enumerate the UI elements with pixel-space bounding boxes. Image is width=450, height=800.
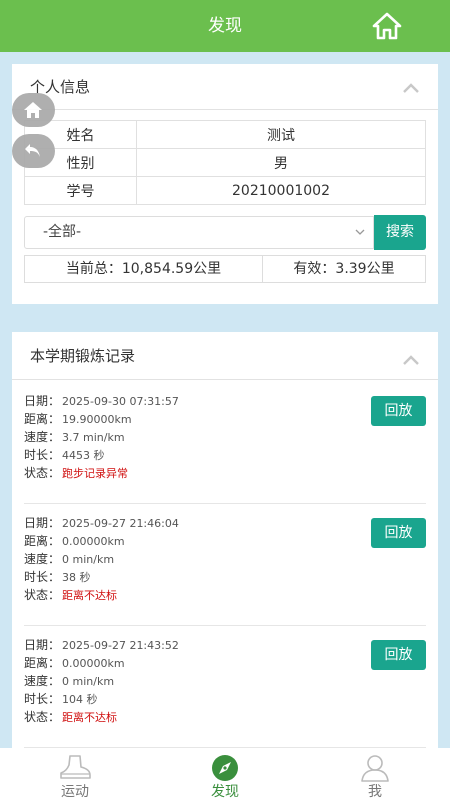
home-icon[interactable] <box>372 12 402 40</box>
person-icon <box>361 755 389 782</box>
shoe-icon <box>60 755 91 779</box>
home-icon <box>24 102 42 118</box>
student-id-label: 学号 <box>24 176 137 205</box>
table-row: 学号 20210001002 <box>24 176 426 205</box>
record-date: 日期： 2025-09-27 21:43:52 <box>24 638 179 652</box>
top-bar: 发现 <box>0 0 450 52</box>
records-title: 本学期锻炼记录 <box>30 347 136 365</box>
records-header[interactable]: 本学期锻炼记录 <box>12 332 438 380</box>
valid-mileage: 有效：3.39公里 <box>293 261 395 277</box>
table-row: 性别 男 <box>24 148 426 177</box>
search-button[interactable]: 搜索 <box>374 215 426 250</box>
personal-info-card: 个人信息 姓名 测试 性别 男 学号 20210001002 -全部- 搜索 当… <box>12 64 438 304</box>
tab-discover-label: 发现 <box>211 784 239 800</box>
floating-back-button[interactable] <box>12 134 55 168</box>
record-duration: 时长： 38 秒 <box>24 570 91 584</box>
chevron-up-icon[interactable] <box>402 354 420 366</box>
filter-select[interactable]: -全部- <box>24 216 374 249</box>
tab-me-label: 我 <box>368 784 382 800</box>
chevron-down-icon <box>355 229 365 235</box>
replay-button[interactable]: 回放 <box>371 640 426 670</box>
bottom-tab-bar: 运动 发现 我 <box>0 748 450 800</box>
compass-icon <box>212 755 238 781</box>
name-value: 测试 <box>136 120 426 149</box>
record-speed: 速度： 0 min/km <box>24 674 115 688</box>
record-speed: 速度： 3.7 min/km <box>24 430 125 444</box>
tab-sport-label: 运动 <box>61 784 89 800</box>
record-distance: 距离： 0.00000km <box>24 656 125 670</box>
records-card: 本学期锻炼记录 日期： 2025-09-30 07:31:57 距离： 19.900… <box>12 332 438 748</box>
personal-info-header[interactable]: 个人信息 <box>12 64 438 110</box>
replay-button[interactable]: 回放 <box>371 518 426 548</box>
record-distance: 距离： 0.00000km <box>24 534 125 548</box>
student-id-value: 20210001002 <box>136 176 426 205</box>
table-row: 姓名 测试 <box>24 120 426 149</box>
mileage-summary: 当前总：10,854.59公里 有效：3.39公里 <box>24 255 426 283</box>
record-duration: 时长： 104 秒 <box>24 692 98 706</box>
replay-button[interactable]: 回放 <box>371 396 426 426</box>
tab-me[interactable]: 我 <box>300 748 450 800</box>
record-status: 状态： 距离不达标 <box>24 588 118 602</box>
record-status: 状态： 距离不达标 <box>24 710 118 724</box>
total-mileage: 当前总：10,854.59公里 <box>25 256 263 282</box>
record-date: 日期： 2025-09-27 21:46:04 <box>24 516 179 530</box>
record-item: 日期： 2025-09-27 21:43:52 距离： 0.00000km 速度： 0… <box>24 626 426 748</box>
record-status: 状态： 跑步记录异常 <box>24 466 129 480</box>
chevron-up-icon[interactable] <box>402 82 420 94</box>
filter-select-value: -全部- <box>43 224 82 240</box>
record-date: 日期： 2025-09-30 07:31:57 <box>24 394 179 408</box>
floating-home-button[interactable] <box>12 93 55 127</box>
tab-sport[interactable]: 运动 <box>0 748 150 800</box>
record-speed: 速度： 0 min/km <box>24 552 115 566</box>
personal-info-table: 姓名 测试 性别 男 学号 20210001002 <box>24 120 426 205</box>
tab-discover[interactable]: 发现 <box>150 748 300 800</box>
back-arrow-icon <box>25 144 40 157</box>
record-item: 日期： 2025-09-27 21:46:04 距离： 0.00000km 速度： 0… <box>24 504 426 626</box>
record-item: 日期： 2025-09-30 07:31:57 距离： 19.90000km 速度：… <box>24 382 426 504</box>
record-distance: 距离： 19.90000km <box>24 412 132 426</box>
record-duration: 时长： 4453 秒 <box>24 448 105 462</box>
gender-value: 男 <box>136 148 426 177</box>
